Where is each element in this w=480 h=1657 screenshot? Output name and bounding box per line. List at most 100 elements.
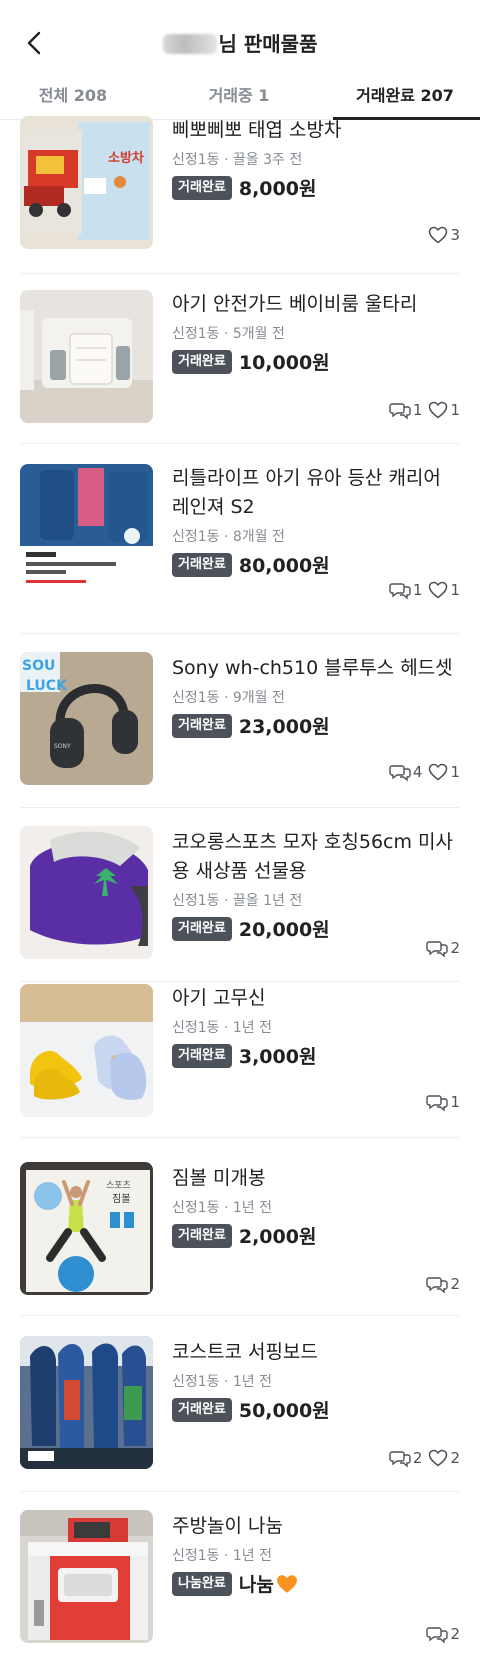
item-price: 10,000원	[238, 352, 330, 374]
price-row: 거래완료 80,000원	[172, 551, 460, 578]
item-meta: 신정1동 · 1년 전	[172, 1374, 273, 1390]
like-count: 2	[428, 1449, 460, 1467]
chat-count-value: 2	[412, 1449, 423, 1467]
list-item[interactable]: SOU LUCK SONY Sony wh-ch510 블루투스 헤드셋 신정1…	[20, 644, 460, 808]
price-row: 거래완료 50,000원	[172, 1396, 460, 1423]
item-title: 코스트코 서핑보드	[172, 1341, 318, 1363]
item-meta: 신정1동 · 1년 전	[172, 1548, 273, 1564]
list-item[interactable]: 소방차 삐뽀삐뽀 태엽 소방차 신정1동 · 끌올 3주 전 거래완료 8,00…	[20, 116, 460, 274]
chat-count-value: 1	[412, 581, 423, 599]
like-count-value: 2	[450, 1449, 460, 1467]
item-stats: 4 1	[383, 762, 460, 782]
product-thumbnail: 스포츠 짐볼	[20, 1162, 153, 1295]
item-stats: 1 1	[383, 580, 460, 600]
item-meta: 신정1동 · 끌올 1년 전	[172, 893, 303, 909]
orange-heart-icon	[276, 1575, 297, 1593]
tab-in-progress[interactable]: 거래중 1	[164, 82, 314, 120]
list-item[interactable]: 리틀라이프 아기 유아 등산 캐리어 레인져 S2 신정1동 · 8개월 전 거…	[20, 454, 460, 634]
chat-count: 1	[426, 1092, 460, 1112]
chat-count: 2	[426, 1624, 460, 1644]
list-item[interactable]: 코스트코 서핑보드 신정1동 · 1년 전 거래완료 50,000원 2 2	[20, 1328, 460, 1492]
chat-count-value: 2	[450, 939, 460, 957]
chat-count: 2	[426, 1274, 460, 1294]
item-stats: 2	[420, 938, 460, 958]
chat-bubble-icon	[389, 1451, 411, 1468]
product-thumbnail: SOU LUCK SONY	[20, 652, 153, 785]
item-price: 23,000원	[238, 716, 330, 738]
chat-bubble-icon	[426, 1627, 449, 1644]
item-title: 리틀라이프 아기 유아 등산 캐리어 레인져 S2	[172, 467, 441, 518]
app-header: 님 판매물품	[0, 0, 480, 84]
heart-icon	[429, 1449, 448, 1467]
item-meta: 신정1동 · 끌올 3주 전	[172, 152, 303, 168]
blurred-username	[162, 34, 217, 54]
like-count-value: 1	[450, 763, 460, 781]
status-badge: 거래완료	[172, 1043, 232, 1068]
like-count: 1	[428, 763, 460, 781]
chat-count-value: 1	[450, 1093, 460, 1111]
price-row: 거래완료 10,000원	[172, 348, 460, 375]
chat-count-value: 2	[450, 1275, 460, 1293]
chat-count: 1	[389, 580, 423, 600]
item-info: 짐볼 미개봉 신정1동 · 1년 전 거래완료 2,000원	[172, 1164, 460, 1249]
status-badge: 거래완료	[172, 349, 232, 374]
item-info: 리틀라이프 아기 유아 등산 캐리어 레인져 S2 신정1동 · 8개월 전 거…	[172, 464, 460, 578]
item-info: 아기 고무신 신정1동 · 1년 전 거래완료 3,000원	[172, 984, 460, 1069]
product-thumbnail	[20, 290, 153, 423]
status-badge: 거래완료	[172, 1397, 232, 1422]
tab-completed[interactable]: 거래완료 207	[330, 82, 480, 120]
product-thumbnail	[20, 464, 153, 597]
item-stats: 3	[422, 226, 460, 244]
item-title: 주방놀이 나눔	[172, 1515, 283, 1537]
tab-all[interactable]: 전체 208	[0, 82, 146, 120]
chat-count: 4	[389, 762, 423, 782]
like-count: 1	[428, 581, 460, 599]
list-item[interactable]: 아기 고무신 신정1동 · 1년 전 거래완료 3,000원 1	[20, 982, 460, 1138]
like-count: 1	[428, 401, 460, 419]
chat-count-value: 2	[450, 1625, 460, 1643]
list-item[interactable]: 코오롱스포츠 모자 호칭56cm 미사용 새상품 선물용 신정1동 · 끌올 1…	[20, 818, 460, 982]
list-item[interactable]: 주방놀이 나눔 신정1동 · 1년 전 나눔완료 나눔 2	[20, 1502, 460, 1657]
item-meta: 신정1동 · 8개월 전	[172, 529, 285, 545]
svg-text:LUCK: LUCK	[26, 678, 68, 694]
status-badge: 거래완료	[172, 552, 232, 577]
like-count-value: 3	[450, 226, 460, 244]
price-row: 나눔완료 나눔	[172, 1570, 460, 1597]
list-item[interactable]: 아기 안전가드 베이비룸 울타리 신정1동 · 5개월 전 거래완료 10,00…	[20, 280, 460, 444]
item-info: 코오롱스포츠 모자 호칭56cm 미사용 새상품 선물용 신정1동 · 끌올 1…	[172, 828, 460, 942]
product-thumbnail	[20, 826, 153, 959]
item-meta: 신정1동 · 1년 전	[172, 1200, 273, 1216]
item-stats: 1 1	[383, 400, 460, 420]
like-count: 3	[428, 226, 460, 244]
item-title: 아기 안전가드 베이비룸 울타리	[172, 293, 418, 315]
item-title: 삐뽀삐뽀 태엽 소방차	[172, 119, 342, 141]
item-meta: 신정1동 · 5개월 전	[172, 326, 285, 342]
chat-count-value: 4	[412, 763, 423, 781]
product-thumbnail	[20, 984, 153, 1117]
chat-count: 1	[389, 400, 423, 420]
item-stats: 2	[420, 1274, 460, 1294]
chat-count: 2	[426, 938, 460, 958]
item-price-text: 나눔	[238, 1574, 274, 1596]
chat-count-value: 1	[412, 401, 423, 419]
item-info: 코스트코 서핑보드 신정1동 · 1년 전 거래완료 50,000원	[172, 1338, 460, 1423]
chat-count: 2	[389, 1448, 423, 1468]
chat-bubble-icon	[389, 765, 411, 782]
item-title: 아기 고무신	[172, 987, 266, 1009]
price-row: 거래완료 3,000원	[172, 1042, 460, 1069]
item-price: 나눔	[239, 1570, 298, 1597]
svg-text:소방차: 소방차	[108, 150, 144, 166]
item-price: 3,000원	[238, 1046, 317, 1068]
product-thumbnail	[20, 1336, 153, 1469]
svg-text:SOU: SOU	[22, 658, 55, 674]
price-row: 거래완료 20,000원	[172, 915, 460, 942]
item-price: 80,000원	[238, 555, 330, 577]
heart-icon	[429, 763, 448, 781]
product-thumbnail: 소방차	[20, 116, 153, 249]
item-title: 짐볼 미개봉	[172, 1167, 266, 1189]
item-price: 50,000원	[238, 1400, 330, 1422]
item-stats: 2 2	[383, 1448, 460, 1468]
item-price: 20,000원	[238, 919, 330, 941]
item-info: 아기 안전가드 베이비룸 울타리 신정1동 · 5개월 전 거래완료 10,00…	[172, 290, 460, 375]
list-item[interactable]: 스포츠 짐볼 짐볼 미개봉 신정1동 · 1년 전 거래완료 2,000원 2	[20, 1154, 460, 1316]
